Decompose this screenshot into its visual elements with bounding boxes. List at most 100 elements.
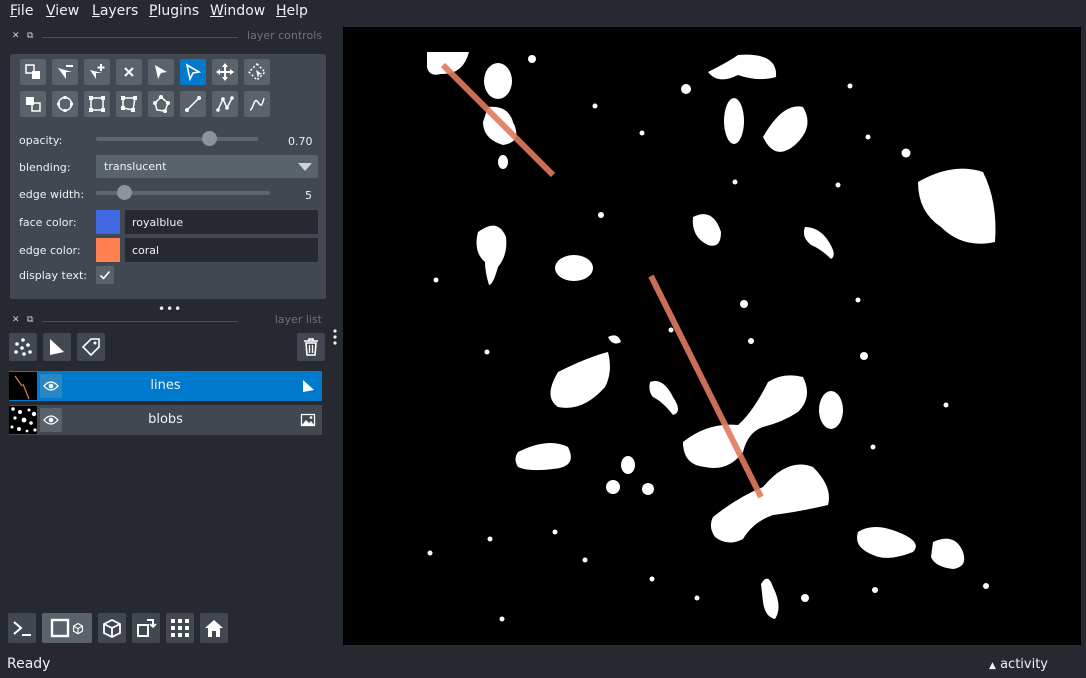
delete-layer-button[interactable] [297, 333, 325, 361]
points-icon [14, 338, 32, 356]
ndisplay-toggle-button[interactable] [42, 613, 92, 643]
edge-color-input[interactable]: coral [125, 238, 318, 262]
layer-controls-header: ✕ ⧉ layer controls [10, 29, 322, 44]
close-icon[interactable]: ✕ [12, 315, 20, 325]
status-bar: Ready ▲ activity [0, 654, 1086, 678]
layer-list-header: ✕ ⧉ layer list [10, 313, 322, 328]
divider [42, 37, 238, 38]
remove-vertex-button[interactable] [52, 59, 78, 85]
edge-width-label: edge width: [19, 188, 85, 201]
face-color-label: face color: [19, 216, 77, 229]
blending-value: translucent [104, 160, 167, 173]
trash-icon [304, 338, 318, 356]
chevron-down-icon [298, 163, 312, 171]
edge-width-slider-handle[interactable] [116, 185, 132, 200]
lasso-icon [153, 95, 170, 113]
float-icon[interactable]: ⧉ [27, 315, 33, 325]
shapes-icon [50, 339, 64, 355]
add-vertex-icon [90, 64, 105, 79]
select-shapes-button[interactable] [180, 59, 206, 85]
polygon-icon [121, 96, 137, 112]
add-vertex-button[interactable] [84, 59, 110, 85]
activity-label: activity [1000, 657, 1048, 672]
tag-icon [81, 338, 100, 357]
add-polygon-lasso-button[interactable] [148, 91, 174, 117]
delete-icon [124, 67, 134, 77]
transform-icon [248, 63, 266, 81]
select-icon [185, 63, 202, 81]
blending-dropdown[interactable]: translucent [96, 155, 318, 178]
display-text-checkbox[interactable] [96, 266, 114, 284]
menu-view[interactable]: View [46, 3, 79, 19]
face-color-input[interactable]: royalblue [125, 210, 318, 234]
new-labels-layer-button[interactable] [77, 333, 105, 361]
status-text: Ready [7, 656, 51, 672]
grid-view-button[interactable] [166, 613, 194, 643]
grid-icon [171, 619, 189, 637]
cube-small-icon [72, 622, 84, 635]
menu-bar: File View Layers Plugins Window Help [0, 0, 1086, 24]
add-path-button[interactable] [212, 91, 238, 117]
float-icon[interactable]: ⧉ [27, 31, 33, 41]
opacity-slider-handle[interactable] [202, 131, 218, 146]
viewer-canvas[interactable] [343, 27, 1081, 645]
ellipse-icon [57, 96, 73, 112]
terminal-icon [13, 621, 31, 636]
square-icon [50, 618, 70, 638]
remove-vertex-icon [58, 65, 73, 79]
layer-row-lines[interactable]: lines [9, 371, 322, 401]
new-points-layer-button[interactable] [9, 333, 37, 361]
transpose-icon [137, 619, 157, 637]
shapes-icon [303, 380, 314, 392]
layer-name: blobs [148, 412, 183, 427]
move-icon [216, 63, 234, 81]
divider [42, 321, 238, 322]
menu-plugins[interactable]: Plugins [149, 3, 199, 19]
move-front-icon [25, 64, 40, 79]
display-text-label: display text: [19, 269, 87, 282]
shuffle-z-order-button[interactable] [20, 59, 46, 85]
add-polyline-button[interactable] [244, 91, 270, 117]
move-back-icon [26, 97, 41, 112]
edge-color-value: coral [132, 244, 160, 257]
add-line-button[interactable] [180, 91, 206, 117]
image-icon [300, 413, 316, 427]
direct-select-icon [155, 65, 167, 79]
menu-window[interactable]: Window [210, 3, 265, 19]
edge-width-value: 5 [305, 189, 312, 202]
blobs-image [427, 52, 996, 622]
menu-file[interactable]: File [10, 3, 33, 19]
layer-list-title: layer list [274, 313, 322, 326]
transform-button[interactable] [244, 59, 270, 85]
face-color-swatch[interactable] [96, 210, 120, 234]
blending-label: blending: [19, 161, 71, 174]
console-button[interactable] [8, 613, 36, 643]
dock-handle-icon[interactable] [333, 328, 337, 346]
chevron-up-icon: ▲ [989, 661, 996, 671]
roll-dimensions-button[interactable] [98, 613, 126, 643]
add-rectangle-button[interactable] [84, 91, 110, 117]
face-color-value: royalblue [132, 216, 184, 229]
select-vertices-button[interactable] [148, 59, 174, 85]
activity-button[interactable]: ▲ activity [989, 657, 1048, 672]
move-back-button[interactable] [20, 91, 46, 117]
pan-zoom-button[interactable] [212, 59, 238, 85]
home-icon [205, 620, 223, 637]
polyline-icon [249, 97, 265, 111]
layer-controls-title: layer controls [247, 29, 322, 42]
checkmark-icon [99, 270, 111, 280]
edge-color-swatch[interactable] [96, 238, 120, 262]
transpose-button[interactable] [132, 613, 160, 643]
menu-layers[interactable]: Layers [92, 3, 138, 19]
opacity-slider[interactable] [96, 137, 258, 141]
layer-row-blobs[interactable]: blobs [9, 405, 322, 435]
opacity-value: 0.70 [288, 135, 313, 148]
close-icon[interactable]: ✕ [12, 31, 20, 41]
add-ellipse-button[interactable] [52, 91, 78, 117]
menu-help[interactable]: Help [276, 3, 308, 19]
add-polygon-button[interactable] [116, 91, 142, 117]
line-icon [185, 96, 201, 112]
reset-view-button[interactable] [200, 613, 228, 643]
delete-shape-button[interactable] [116, 59, 142, 85]
new-shapes-layer-button[interactable] [43, 333, 71, 361]
